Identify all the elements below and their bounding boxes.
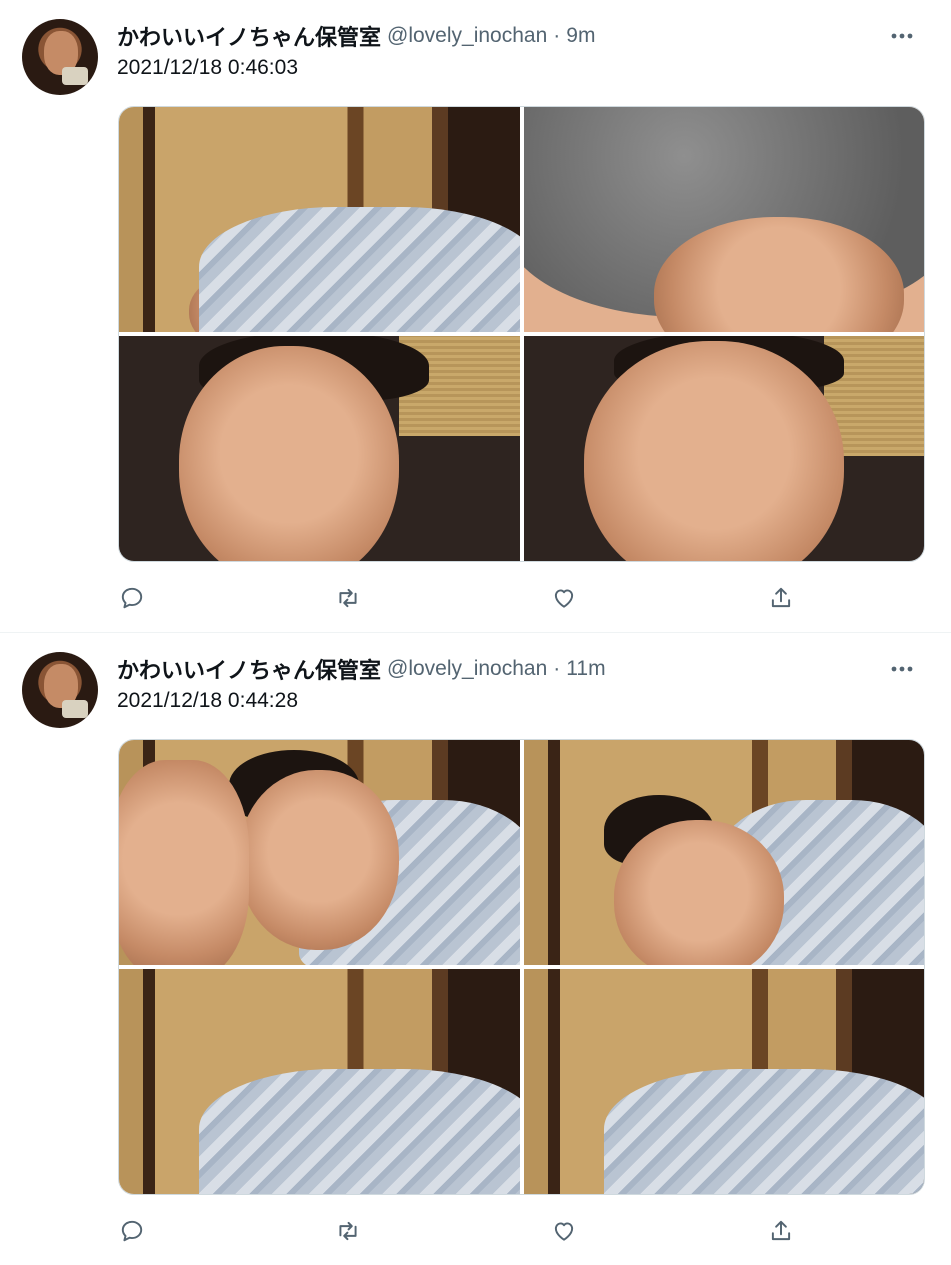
tweet[interactable]: かわいいイノちゃん保管室 @lovely_inochan · 11m 2021/… [0, 632, 951, 1265]
tweet-header: かわいいイノちゃん保管室 @lovely_inochan · 11m [117, 655, 931, 683]
avatar-hand [62, 700, 88, 718]
photo-2[interactable] [523, 740, 924, 965]
photo-face [239, 770, 399, 950]
tweet[interactable]: かわいいイノちゃん保管室 @lovely_inochan · 9m 2021/1… [0, 0, 951, 632]
photo-hand [119, 760, 249, 965]
photo-2[interactable] [523, 107, 924, 332]
photo-1[interactable] [119, 107, 520, 332]
author-name[interactable]: かわいいイノちゃん保管室 [117, 20, 381, 52]
more-horizontal-icon[interactable] [883, 22, 921, 50]
tweet-header: かわいいイノちゃん保管室 @lovely_inochan · 9m [117, 22, 931, 50]
media-grid [118, 106, 925, 562]
avatar[interactable] [22, 19, 98, 95]
photo-1[interactable] [119, 740, 520, 965]
reply-icon[interactable] [112, 580, 152, 616]
retweet-icon[interactable] [328, 580, 368, 616]
separator-dot: · [553, 657, 561, 680]
tweet-time[interactable]: 11m [566, 657, 605, 681]
share-icon[interactable] [761, 580, 801, 616]
photo-face [179, 346, 399, 561]
media-grid [118, 739, 925, 1195]
photo-face [583, 341, 844, 561]
avatar-hand [62, 67, 88, 85]
like-icon[interactable] [544, 580, 584, 616]
author-handle[interactable]: @lovely_inochan [387, 24, 547, 48]
more-horizontal-icon[interactable] [883, 655, 921, 683]
photo-blanket [199, 1069, 520, 1194]
photo-blanket [199, 207, 520, 332]
separator-dot: · [553, 24, 561, 47]
photo-face [613, 820, 784, 965]
tweet-time[interactable]: 9m [566, 24, 595, 48]
reply-icon[interactable] [112, 1213, 152, 1249]
tweet-actions [118, 580, 818, 616]
photo-4[interactable] [523, 969, 924, 1194]
tweet-text: 2021/12/18 0:44:28 [117, 689, 299, 712]
share-icon[interactable] [761, 1213, 801, 1249]
author-handle[interactable]: @lovely_inochan [387, 657, 547, 681]
photo-3[interactable] [119, 969, 520, 1194]
retweet-icon[interactable] [328, 1213, 368, 1249]
author-name[interactable]: かわいいイノちゃん保管室 [117, 653, 381, 685]
photo-4[interactable] [523, 336, 924, 561]
tweet-text: 2021/12/18 0:46:03 [117, 56, 299, 79]
like-icon[interactable] [544, 1213, 584, 1249]
photo-blanket [603, 1069, 924, 1194]
photo-3[interactable] [119, 336, 520, 561]
tweet-actions [118, 1213, 818, 1249]
avatar[interactable] [22, 652, 98, 728]
